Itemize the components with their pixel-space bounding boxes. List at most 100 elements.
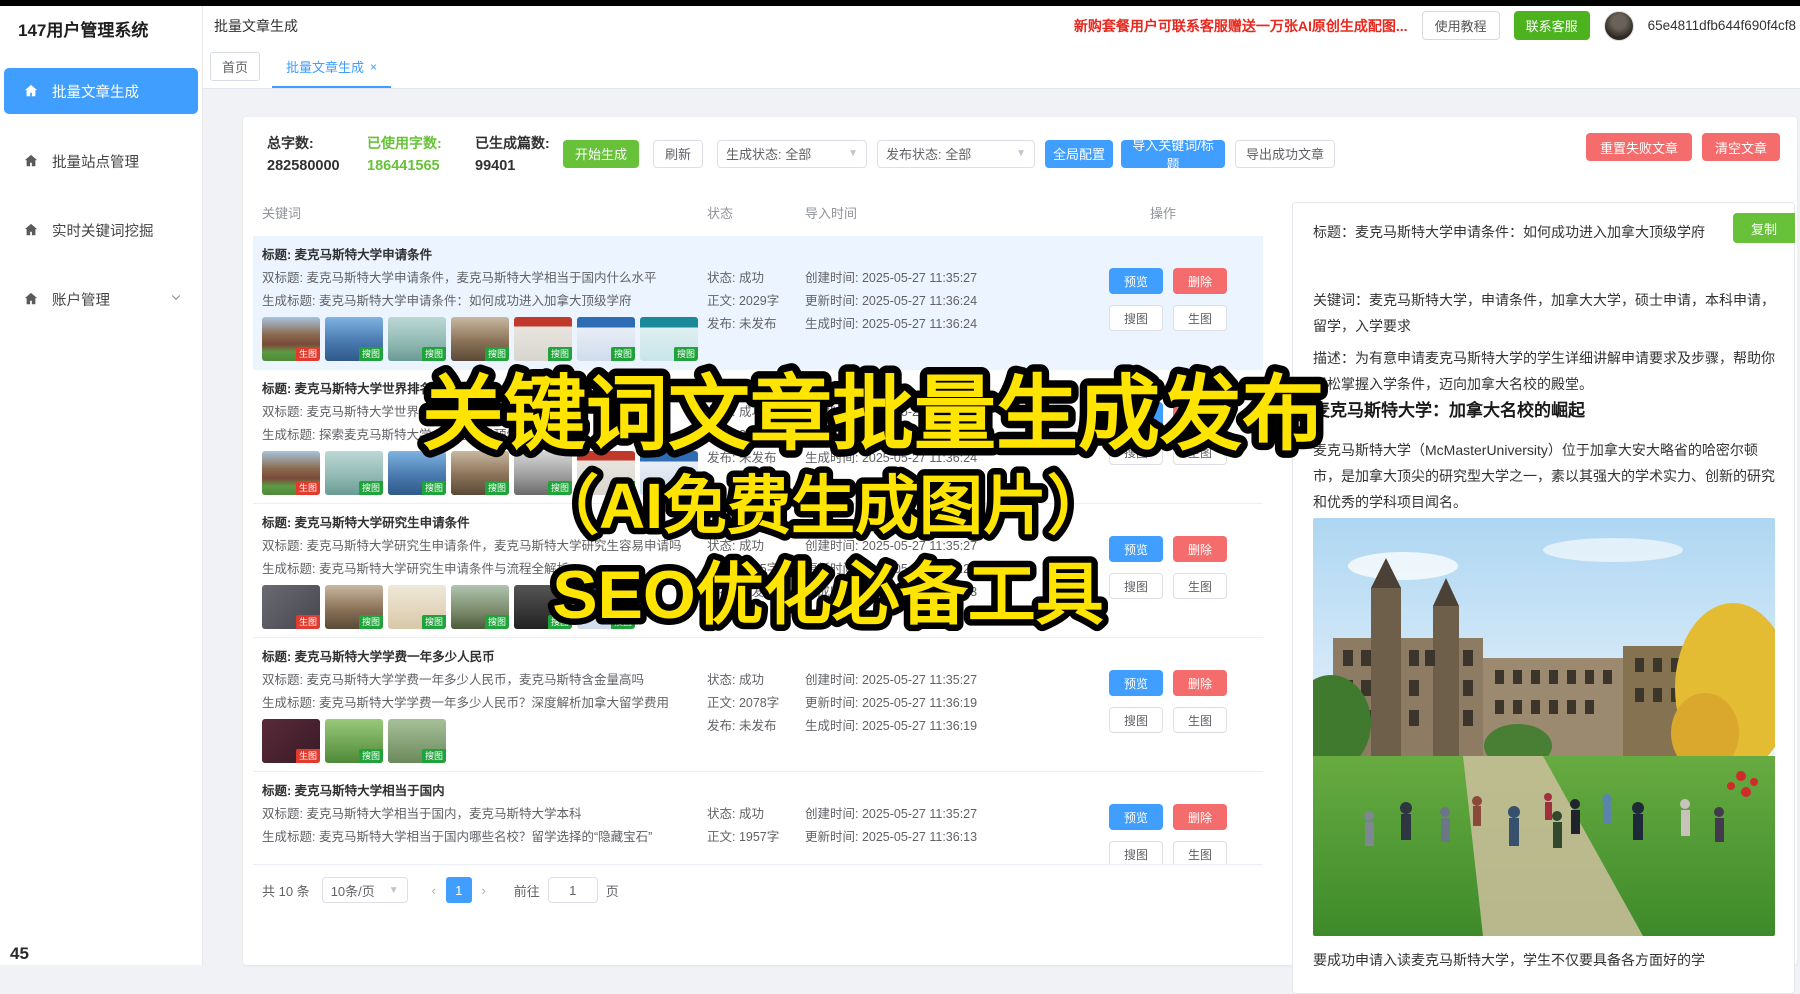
delete-button[interactable]: 删除: [1173, 402, 1227, 428]
sidebar-item-account[interactable]: 账户管理: [4, 276, 198, 322]
goto-page-input[interactable]: [548, 877, 598, 903]
row-status: 状态: 成功: [707, 803, 805, 826]
table-row[interactable]: 标题: 麦克马斯特大学世界排名 双标题: 麦克马斯特大学世界排名，麦克马斯特大学…: [253, 370, 1263, 504]
thumbnail-strip: 生图搜图搜图搜图搜图搜图: [262, 585, 707, 629]
article-thumbnail[interactable]: 生图: [262, 317, 320, 361]
page-size-select[interactable]: 10条/页▼: [322, 877, 408, 903]
search-image-button[interactable]: 搜图: [1109, 439, 1163, 465]
generate-image-button[interactable]: 生图: [1173, 707, 1227, 733]
generate-status-select[interactable]: 生成状态: 全部▼: [717, 140, 867, 168]
generate-image-button[interactable]: 生图: [1173, 841, 1227, 865]
sidebar-item-label: 账户管理: [52, 289, 110, 310]
publish-status-select[interactable]: 发布状态: 全部▼: [877, 140, 1035, 168]
sidebar-item-label: 批量站点管理: [52, 151, 139, 172]
col-status: 状态: [707, 203, 805, 222]
delete-button[interactable]: 删除: [1173, 536, 1227, 562]
article-thumbnail[interactable]: 搜图: [577, 585, 635, 629]
table-row[interactable]: 标题: 麦克马斯特大学申请条件 双标题: 麦克马斯特大学申请条件，麦克马斯特大学…: [253, 236, 1263, 370]
tab-home[interactable]: 首页: [210, 52, 260, 81]
table-row[interactable]: 标题: 麦克马斯特大学研究生申请条件 双标题: 麦克马斯特大学研究生申请条件，麦…: [253, 504, 1263, 638]
article-thumbnail[interactable]: 搜图: [514, 585, 572, 629]
tab-batch-article[interactable]: 批量文章生成 ×: [272, 45, 391, 88]
article-thumbnail[interactable]: 搜图: [577, 451, 635, 495]
avatar[interactable]: [1604, 11, 1634, 41]
preview-button[interactable]: 预览: [1109, 268, 1163, 294]
time-cell: 创建时间: 2025-05-27 11:35:27 更新时间: 2025-05-…: [805, 646, 1095, 763]
preview-description: 描述：为有意申请麦克马斯特大学的学生详细讲解申请要求及步骤，帮助你轻松掌握入学条…: [1313, 345, 1775, 397]
row-status: 状态: 成功: [707, 669, 805, 692]
sidebar-item-batch-article[interactable]: 批量文章生成: [4, 68, 198, 114]
delete-button[interactable]: 删除: [1173, 268, 1227, 294]
next-page-button[interactable]: ›: [472, 877, 496, 903]
generate-image-button[interactable]: 生图: [1173, 573, 1227, 599]
delete-button[interactable]: 删除: [1173, 670, 1227, 696]
article-thumbnail[interactable]: 搜图: [325, 585, 383, 629]
stat-generated-count: 已生成篇数: 99401: [475, 133, 563, 174]
article-thumbnail[interactable]: 搜图: [577, 317, 635, 361]
export-success-button[interactable]: 导出成功文章: [1235, 140, 1335, 168]
row-updated-time: 更新时间: 2025-05-27 11:36:24: [805, 424, 1095, 447]
article-thumbnail[interactable]: 搜图: [325, 719, 383, 763]
time-cell: 创建时间: 2025-05-27 11:35:27 更新时间: 2025-05-…: [805, 512, 1095, 629]
table-header: 关键词 状态 导入时间 操作: [253, 203, 1263, 222]
article-thumbnail[interactable]: 搜图: [451, 317, 509, 361]
thumbnail-badge: 搜图: [485, 481, 509, 495]
clear-articles-button[interactable]: 清空文章: [1702, 133, 1780, 161]
generate-image-button[interactable]: 生图: [1173, 439, 1227, 465]
article-thumbnail[interactable]: 搜图: [640, 317, 698, 361]
article-thumbnail[interactable]: 搜图: [388, 451, 446, 495]
close-icon[interactable]: ×: [370, 60, 377, 74]
col-action: 操作: [1095, 203, 1263, 222]
generate-image-button[interactable]: 生图: [1173, 305, 1227, 331]
thumbnail-badge: 搜图: [359, 615, 383, 629]
user-id: 65e4811dfb644f690f4cf8: [1648, 18, 1796, 33]
article-thumbnail[interactable]: 搜图: [640, 451, 698, 495]
pagination-total: 共 10 条: [262, 881, 310, 900]
search-image-button[interactable]: 搜图: [1109, 707, 1163, 733]
row-publish-state: 发布: 未发布: [707, 715, 805, 738]
stat-label: 已生成篇数:: [475, 133, 563, 153]
article-thumbnail[interactable]: 搜图: [388, 585, 446, 629]
article-thumbnail[interactable]: 搜图: [325, 317, 383, 361]
announcement-text[interactable]: 新购套餐用户可联系客服赠送一万张AI原创生成配图...: [1074, 16, 1408, 36]
article-thumbnail[interactable]: 搜图: [388, 317, 446, 361]
table-row[interactable]: 标题: 麦克马斯特大学相当于国内 双标题: 麦克马斯特大学相当于国内，麦克马斯特…: [253, 772, 1263, 865]
reset-failed-button[interactable]: 重置失败文章: [1586, 133, 1692, 161]
article-thumbnail[interactable]: 搜图: [451, 451, 509, 495]
search-image-button[interactable]: 搜图: [1109, 573, 1163, 599]
article-thumbnail[interactable]: 搜图: [388, 719, 446, 763]
article-thumbnail[interactable]: 搜图: [514, 451, 572, 495]
article-thumbnail[interactable]: 生图: [262, 719, 320, 763]
delete-button[interactable]: 删除: [1173, 804, 1227, 830]
import-keywords-button[interactable]: 导入关键词/标题: [1121, 140, 1225, 168]
keyword-cell: 标题: 麦克马斯特大学世界排名 双标题: 麦克马斯特大学世界排名，麦克马斯特大学…: [262, 378, 707, 495]
article-thumbnail[interactable]: 搜图: [514, 317, 572, 361]
app-window: 147用户管理系统 批量文章生成 批量站点管理 实时关键词挖掘 账户管理: [0, 0, 1800, 965]
thumbnail-badge: 搜图: [422, 481, 446, 495]
global-config-button[interactable]: 全局配置: [1045, 140, 1113, 168]
search-image-button[interactable]: 搜图: [1109, 841, 1163, 865]
table-row[interactable]: 标题: 麦克马斯特大学学费一年多少人民币 双标题: 麦克马斯特大学学费一年多少人…: [253, 638, 1263, 772]
preview-button[interactable]: 预览: [1109, 402, 1163, 428]
sidebar-item-keyword-mining[interactable]: 实时关键词挖掘: [4, 207, 198, 253]
row-wordcount: 正文: 2105字: [707, 558, 805, 581]
article-thumbnail[interactable]: 生图: [262, 451, 320, 495]
start-generate-button[interactable]: 开始生成: [563, 140, 639, 168]
preview-button[interactable]: 预览: [1109, 804, 1163, 830]
current-page-button[interactable]: 1: [446, 877, 472, 903]
prev-page-button[interactable]: ‹: [422, 877, 446, 903]
contact-support-button[interactable]: 联系客服: [1514, 11, 1590, 40]
tutorial-button[interactable]: 使用教程: [1422, 11, 1500, 40]
row-generated-title: 生成标题: 麦克马斯特大学学费一年多少人民币？深度解析加拿大留学费用: [262, 692, 707, 715]
copy-button[interactable]: 复制: [1733, 213, 1795, 243]
thumbnail-badge: 搜图: [359, 481, 383, 495]
preview-button[interactable]: 预览: [1109, 670, 1163, 696]
article-thumbnail[interactable]: 搜图: [325, 451, 383, 495]
article-thumbnail[interactable]: 生图: [262, 585, 320, 629]
pagination: 共 10 条 10条/页▼ ‹ 1 › 前往 页: [253, 877, 1263, 903]
sidebar-item-batch-site[interactable]: 批量站点管理: [4, 138, 198, 184]
search-image-button[interactable]: 搜图: [1109, 305, 1163, 331]
preview-button[interactable]: 预览: [1109, 536, 1163, 562]
refresh-button[interactable]: 刷新: [653, 140, 703, 168]
article-thumbnail[interactable]: 搜图: [451, 585, 509, 629]
